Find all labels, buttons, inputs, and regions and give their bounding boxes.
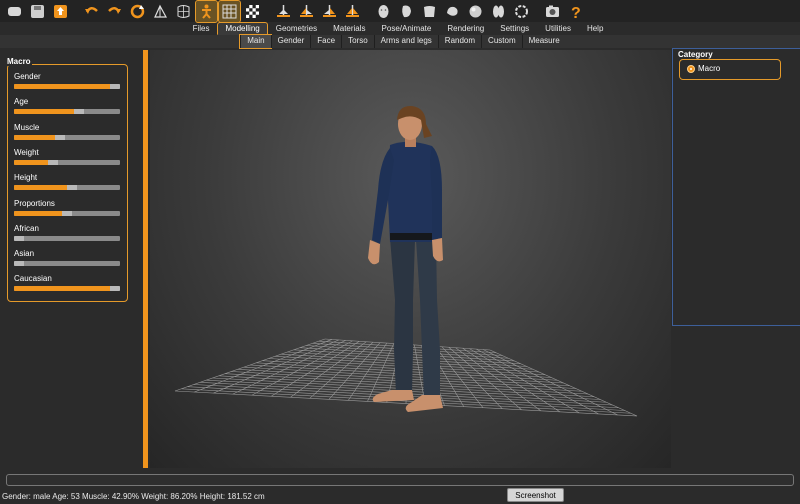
tab-rendering[interactable]: Rendering (439, 22, 492, 35)
tab-files[interactable]: Files (185, 22, 218, 35)
slider-handle[interactable] (14, 235, 24, 241)
slider-label-age: Age (14, 97, 29, 107)
hand-icon[interactable] (442, 1, 463, 22)
slider-handle[interactable] (66, 185, 77, 191)
slider-label-height: Height (14, 173, 38, 183)
tab-settings[interactable]: Settings (492, 22, 537, 35)
checker-icon[interactable] (242, 1, 263, 22)
subtab-random[interactable]: Random (437, 35, 481, 48)
left-panel: Macro Gender Age Muscle Weight Height Proport… (0, 48, 142, 468)
main-toolbar: ? (0, 0, 800, 23)
subtab-face[interactable]: Face (310, 35, 341, 48)
undo-icon[interactable] (81, 1, 102, 22)
left-scrollbar[interactable] (143, 50, 148, 468)
slider-handle[interactable] (55, 134, 66, 140)
new-file-icon[interactable] (4, 1, 25, 22)
subtab-gender[interactable]: Gender (270, 35, 311, 48)
export-icon[interactable] (50, 1, 71, 22)
subtab-main[interactable]: Main (239, 34, 272, 49)
subtab-torso[interactable]: Torso (341, 35, 374, 48)
horizontal-scrollbar[interactable] (6, 474, 794, 486)
front-view-icon[interactable] (273, 1, 294, 22)
tab-modelling[interactable]: Modelling (217, 22, 268, 35)
wireframe-icon[interactable] (173, 1, 194, 22)
slider-gender[interactable] (14, 84, 120, 89)
symmetry-icon[interactable] (150, 1, 171, 22)
reset-camera-icon[interactable] (511, 1, 532, 22)
torso-icon[interactable] (419, 1, 440, 22)
app-window: { "toolbar": { "icons": ["undo-icon","re… (0, 0, 800, 504)
tab-utilities[interactable]: Utilities (537, 22, 579, 35)
subtab-custom[interactable]: Custom (481, 35, 522, 48)
slider-fill (14, 109, 74, 115)
slider-asian[interactable] (14, 261, 120, 267)
slider-fill (14, 185, 67, 191)
slider-fill (14, 134, 56, 140)
back-view-icon[interactable] (296, 1, 317, 22)
screenshot-icon[interactable] (542, 1, 563, 22)
slider-fill (14, 286, 110, 292)
sub-tabs: Main Gender Face Torso Arms and legs Ran… (0, 34, 800, 49)
slider-proportions[interactable] (14, 210, 120, 216)
redo-icon[interactable] (104, 1, 125, 22)
human-figure (368, 105, 443, 412)
tab-geometries[interactable]: Geometries (268, 22, 325, 35)
slider-label-weight: Weight (14, 147, 39, 157)
slider-height[interactable] (14, 185, 120, 191)
save-icon[interactable] (27, 1, 48, 22)
screenshot-button[interactable]: Screenshot (507, 488, 564, 502)
slider-label-gender: Gender (14, 72, 41, 81)
slider-handle[interactable] (47, 159, 58, 165)
slider-handle[interactable] (62, 210, 72, 216)
slider-label-muscle: Muscle (14, 122, 40, 132)
head-icon[interactable] (373, 1, 394, 22)
slider-age[interactable] (14, 109, 120, 115)
slider-handle[interactable] (110, 286, 120, 292)
slider-label-caucasian: Caucasian (14, 274, 52, 284)
macro-group-title: Macro (6, 57, 32, 66)
slider-handle[interactable] (110, 84, 120, 89)
slider-muscle[interactable] (14, 134, 120, 140)
slider-fill (14, 159, 48, 165)
tab-pose-animate[interactable]: Pose/Animate (374, 22, 440, 35)
slider-handle[interactable] (73, 109, 84, 115)
slider-handle[interactable] (14, 261, 24, 267)
macro-radio-label[interactable]: Macro (698, 64, 720, 73)
slider-label-african: African (14, 223, 39, 233)
tab-materials[interactable]: Materials (325, 22, 373, 35)
sphere-icon[interactable] (465, 1, 486, 22)
status-bar: Gender: male Age: 53 Muscle: 42.90% Weig… (0, 488, 800, 504)
category-group: Macro (679, 59, 781, 80)
side-view-icon[interactable] (319, 1, 340, 22)
grid-line (489, 349, 638, 417)
tab-help[interactable]: Help (579, 22, 611, 35)
scene (174, 105, 638, 417)
3d-viewport[interactable] (150, 50, 671, 468)
help-icon[interactable]: ? (565, 1, 586, 22)
category-panel: Category Macro (672, 48, 800, 326)
subtab-arms-and-legs[interactable]: Arms and legs (373, 35, 438, 48)
top-view-icon[interactable] (342, 1, 363, 22)
subtab-measure[interactable]: Measure (521, 35, 566, 48)
slider-label-asian: Asian (14, 249, 35, 259)
slider-fill (14, 84, 110, 89)
slider-caucasian[interactable] (14, 286, 120, 292)
face-icon[interactable] (396, 1, 417, 22)
main-tabs: Files Modelling Geometries Materials Pos… (0, 22, 800, 35)
slider-label-proportions: Proportions (14, 198, 55, 208)
legs-icon[interactable] (488, 1, 509, 22)
pose-icon[interactable] (195, 0, 218, 23)
status-text: Gender: male Age: 53 Muscle: 42.90% Weig… (2, 492, 265, 501)
reset-icon[interactable] (127, 1, 148, 22)
macro-radio[interactable] (687, 65, 695, 73)
slider-fill (14, 210, 62, 216)
svg-text:?: ? (571, 5, 581, 20)
grid-icon[interactable] (218, 0, 241, 23)
category-title: Category (678, 50, 713, 59)
slider-weight[interactable] (14, 159, 120, 165)
slider-african[interactable] (14, 235, 120, 241)
